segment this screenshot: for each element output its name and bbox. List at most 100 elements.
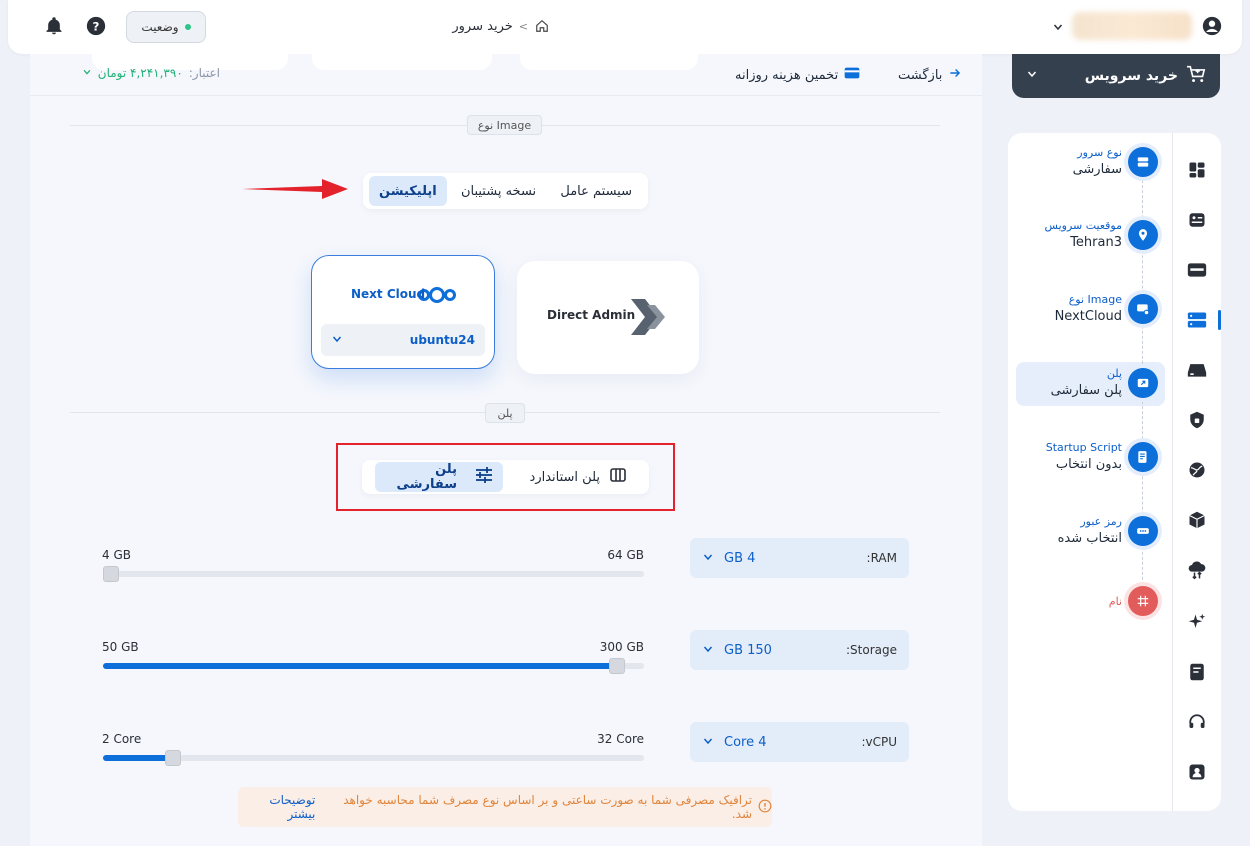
- step-title: نوع Image: [1068, 293, 1122, 306]
- notice-more-link[interactable]: توضیحات بیشتر: [238, 793, 315, 821]
- storage-slider-fill: [103, 663, 617, 669]
- vcpu-slider-thumb[interactable]: [165, 750, 181, 766]
- step-title: Startup Script: [1045, 441, 1122, 454]
- step-title: نام: [1108, 594, 1122, 608]
- version-select[interactable]: ubuntu24: [321, 324, 485, 356]
- red-arrow-annotation: [242, 177, 348, 204]
- image-type-tabs: سیستم عامل نسخه پشتیبان اپلیکیشن: [363, 173, 648, 209]
- storage-max: 300 GB: [599, 640, 644, 654]
- storage-label: Storage:: [846, 643, 897, 657]
- dashboard-icon[interactable]: [1186, 159, 1208, 181]
- status-button[interactable]: وضعیت: [126, 11, 206, 43]
- step-password[interactable]: رمز عبور انتخاب شده: [1018, 515, 1158, 546]
- credit-value: ۴,۲۴۱,۳۹۰ تومان: [97, 66, 183, 80]
- tab-os[interactable]: سیستم عامل: [550, 176, 642, 206]
- spec-row-vcpu: 2 Core 32 Core vCPU: 4 Core: [100, 722, 910, 772]
- ram-min: 4 GB: [102, 548, 131, 562]
- help-icon[interactable]: ?: [84, 14, 108, 38]
- ram-value: 4 GB: [724, 550, 756, 566]
- chevron-down-icon[interactable]: [1046, 15, 1070, 39]
- step-title: نوع سرور: [1077, 146, 1122, 159]
- status-dot-icon: [184, 24, 191, 30]
- vcpu-label: vCPU:: [861, 735, 897, 749]
- vcpu-slider[interactable]: [103, 750, 644, 766]
- user-avatar-icon[interactable]: [1200, 14, 1224, 38]
- card-icon: [844, 66, 860, 84]
- credit-display[interactable]: اعتبار: ۴,۲۴۱,۳۹۰ تومان: [60, 66, 220, 80]
- spec-row-ram: 4 GB 64 GB RAM: 4 GB: [100, 538, 910, 588]
- version-value: ubuntu24: [409, 333, 475, 347]
- ram-select[interactable]: RAM: 4 GB: [690, 538, 909, 578]
- vcpu-select[interactable]: vCPU: 4 Core: [690, 722, 909, 762]
- back-link[interactable]: بازگشت: [898, 66, 962, 84]
- buy-service-button[interactable]: خرید سرویس: [1012, 54, 1220, 98]
- arrow-right-icon: [948, 66, 962, 84]
- domain-icon[interactable]: [1186, 259, 1208, 281]
- chevron-down-icon: [1026, 68, 1038, 84]
- ram-slider[interactable]: [103, 566, 644, 582]
- ram-max: 64 GB: [607, 548, 644, 562]
- step-startup-script[interactable]: Startup Script بدون انتخاب: [1018, 441, 1158, 472]
- spec-row-storage: 50 GB 300 GB Storage: 150 GB: [100, 630, 910, 680]
- package-icon[interactable]: [1186, 509, 1208, 531]
- status-label: وضعیت: [141, 20, 179, 34]
- traffic-notice: ترافیک مصرفی شما به صورت ساعتی و بر اساس…: [238, 787, 772, 827]
- nav-divider: [1172, 133, 1173, 811]
- server-icon: [1128, 146, 1158, 177]
- step-title: پلن: [1106, 367, 1122, 380]
- step-value: NextCloud: [1054, 309, 1122, 324]
- expand-icon: [1128, 367, 1158, 398]
- step-image-type[interactable]: نوع Image NextCloud: [1018, 293, 1158, 324]
- breadcrumb-separator: >: [518, 19, 528, 33]
- app-card-nextcloud[interactable]: Next Cloud ubuntu24: [311, 255, 495, 369]
- cart-icon: [1186, 65, 1206, 87]
- step-name[interactable]: نام: [1018, 586, 1158, 616]
- sparkles-icon[interactable]: [1186, 611, 1208, 633]
- step-plan[interactable]: پلن پلن سفارشی: [1018, 367, 1158, 398]
- app-name-directadmin: Direct Admin: [547, 308, 636, 322]
- storage-slider-thumb[interactable]: [609, 658, 625, 674]
- estimate-label: تخمین هزینه روزانه: [735, 67, 839, 83]
- buy-service-label: خرید سرویس: [1084, 68, 1178, 84]
- ram-label: RAM:: [866, 551, 897, 565]
- storage-icon[interactable]: [1186, 359, 1208, 381]
- image-settings-icon: [1128, 293, 1158, 324]
- server-nav-icon[interactable]: [1186, 309, 1208, 331]
- notice-text: ترافیک مصرفی شما به صورت ساعتی و بر اساس…: [343, 793, 752, 821]
- tab-backup[interactable]: نسخه پشتیبان: [457, 176, 540, 206]
- image-section-label: نوع Image: [467, 115, 542, 135]
- chevron-down-icon: [702, 643, 714, 658]
- home-icon[interactable]: [534, 18, 550, 34]
- estimate-link[interactable]: تخمین هزینه روزانه: [735, 66, 860, 84]
- headset-icon[interactable]: [1186, 711, 1208, 733]
- step-location[interactable]: موقعیت سرویس Tehran3: [1018, 219, 1158, 250]
- vcpu-min: 2 Core: [102, 732, 142, 746]
- svg-text:?: ?: [93, 20, 100, 34]
- profile-icon[interactable]: [1186, 761, 1208, 783]
- tab-application[interactable]: اپلیکیشن: [369, 176, 447, 206]
- step-value: پلن سفارشی: [1050, 383, 1122, 398]
- vcpu-max: 32 Core: [597, 732, 644, 746]
- summary-tab: [520, 54, 698, 70]
- storage-slider[interactable]: [103, 658, 644, 674]
- script-icon: [1128, 441, 1158, 472]
- app-name-nextcloud: Next Cloud: [351, 287, 426, 301]
- summary-tab: [312, 54, 492, 70]
- cloud-transfer-icon[interactable]: [1186, 559, 1208, 581]
- services-icon[interactable]: [1186, 209, 1208, 231]
- bell-icon[interactable]: [42, 14, 66, 38]
- user-name-blurred[interactable]: [1072, 12, 1192, 40]
- step-value: سفارشی: [1072, 162, 1122, 177]
- chevron-down-icon: [82, 66, 92, 80]
- book-icon[interactable]: [1186, 661, 1208, 683]
- globe-icon[interactable]: [1186, 459, 1208, 481]
- security-icon[interactable]: [1186, 409, 1208, 431]
- vcpu-value: 4 Core: [724, 734, 767, 750]
- highlight-box-annotation: [336, 443, 675, 511]
- info-icon: [758, 799, 772, 816]
- ram-slider-thumb[interactable]: [103, 566, 119, 582]
- plan-section-label: پلن: [485, 403, 525, 423]
- storage-select[interactable]: Storage: 150 GB: [690, 630, 909, 670]
- app-card-directadmin[interactable]: Direct Admin: [517, 261, 699, 374]
- step-server-type[interactable]: نوع سرور سفارشی: [1018, 146, 1158, 177]
